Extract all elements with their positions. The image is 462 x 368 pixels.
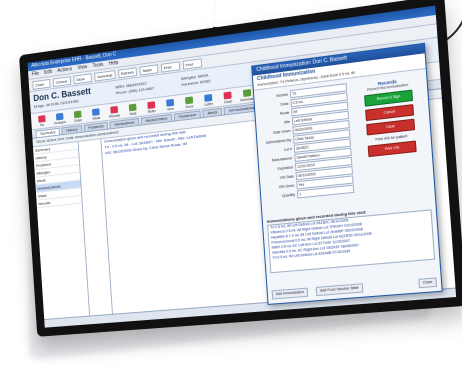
toolbar-button-chart[interactable]: Chart	[32, 78, 51, 90]
action-label: Letter	[204, 101, 214, 107]
action-label: Order	[73, 118, 83, 124]
form-label: Administered By	[265, 137, 292, 145]
monitor: Allscripts Enterprise EHR - Bassett, Don…	[19, 0, 462, 337]
action-button-rx[interactable]: Rx	[35, 115, 50, 128]
action-icon	[204, 93, 213, 102]
action-icon	[185, 96, 194, 105]
form-label: Lot #	[283, 147, 293, 152]
action-icon	[110, 105, 119, 114]
action-button-note[interactable]: Note	[125, 103, 141, 117]
action-button-letter[interactable]: Letter	[200, 93, 216, 107]
menu-item-help[interactable]: Help	[109, 59, 119, 68]
form-label: Dose	[280, 101, 289, 107]
action-button-order[interactable]: Order	[70, 110, 85, 123]
menu-item-tools[interactable]: Tools	[92, 61, 103, 70]
action-icon	[223, 91, 232, 100]
action-label: Imm	[167, 106, 174, 112]
menu-item-edit[interactable]: Edit	[44, 68, 52, 77]
action-button-problem[interactable]: Problem	[52, 112, 67, 126]
action-icon	[166, 98, 175, 107]
photo-stage: Allscripts Enterprise EHR - Bassett, Don…	[0, 0, 462, 368]
print-vis-button[interactable]: Print VIS	[367, 140, 417, 158]
action-button-refer[interactable]: Refer	[144, 101, 160, 115]
action-button-chart[interactable]: Chart	[220, 91, 236, 105]
form-label: Expiration	[277, 165, 294, 172]
toolbar-button-refresh[interactable]: Refresh	[117, 66, 137, 78]
action-icon	[242, 89, 252, 98]
add-immunization-button[interactable]: Add Immunization	[271, 287, 309, 300]
action-label: Note	[129, 111, 137, 117]
menu-item-file[interactable]: File	[32, 70, 40, 79]
patient-alerts: Allergies: NKDA Insurance: BCBS	[181, 72, 211, 88]
toolbar-button-desk[interactable]: Desk	[73, 72, 92, 84]
action-icon	[128, 103, 137, 112]
action-label: Docs	[185, 104, 194, 110]
form-label: VIS Date	[279, 174, 294, 180]
immunization-dialog: Childhood Immunization: Don C. Bassett C…	[251, 42, 443, 305]
form-label: Date Given	[273, 128, 291, 135]
patient-ids: MRN: 2863497622 Phone: (555) 123-4567	[115, 80, 154, 97]
action-icon	[38, 115, 46, 123]
action-button-docs[interactable]: Docs	[181, 96, 197, 110]
ehr-screen: Allscripts Enterprise EHR - Bassett, Don…	[27, 5, 457, 328]
action-button-imm[interactable]: Imm	[162, 98, 178, 112]
action-label: Problem	[54, 120, 67, 126]
form-label: VIS Given	[278, 183, 295, 190]
add-from-table-button[interactable]: Add From Vaccine Table	[315, 283, 364, 297]
immunization-form: Vaccine Td Dose 0.5 mL Route IM Site Left Delto…	[258, 83, 355, 203]
toolbar-button-print[interactable]: Print	[160, 60, 181, 73]
toolbar-button-tasks[interactable]: Tasks	[138, 63, 159, 76]
menu-item-view[interactable]: View	[77, 63, 87, 72]
action-button-results[interactable]: Results	[107, 105, 122, 119]
close-button[interactable]: Close	[418, 277, 438, 289]
toolbar-button-schedule[interactable]: Schedule	[94, 69, 116, 82]
action-button-vitals[interactable]: Vitals	[88, 108, 103, 121]
action-icon	[55, 112, 64, 121]
action-icon	[147, 101, 156, 110]
form-label: Quantity	[281, 192, 296, 199]
action-icon	[91, 108, 100, 116]
action-label: Chart	[223, 99, 233, 105]
form-label: Manufacturer	[271, 156, 293, 163]
form-label: Route	[279, 110, 290, 116]
action-label: Results	[109, 113, 121, 119]
form-label: Site	[283, 119, 291, 125]
action-label: Vitals	[92, 115, 101, 121]
record-panel: Records Record this immunization Record …	[355, 76, 425, 161]
action-icon	[73, 110, 82, 119]
action-label: Refer	[147, 109, 156, 114]
action-label: Rx	[40, 122, 45, 128]
toolbar-button-find[interactable]: Find	[182, 57, 202, 70]
toolbar-button-clinical[interactable]: Clinical	[52, 75, 72, 87]
